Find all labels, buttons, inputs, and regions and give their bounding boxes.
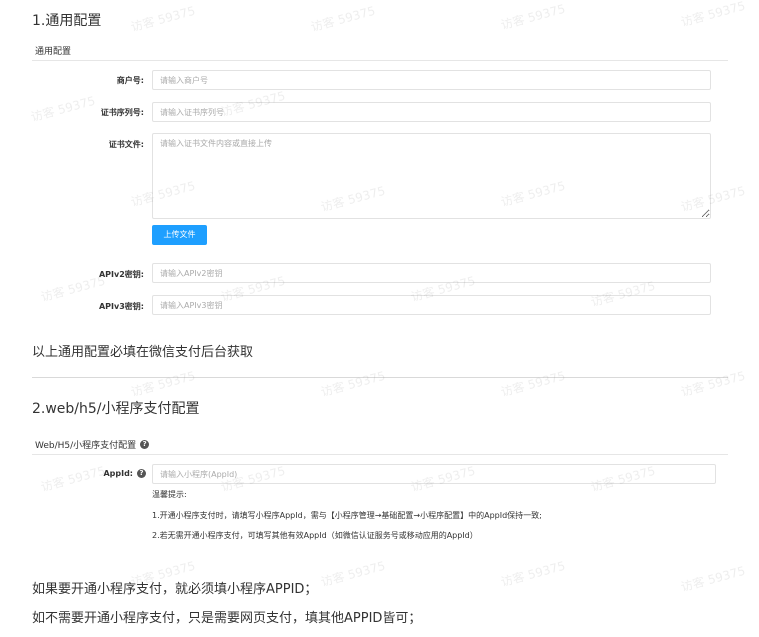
tips-title: 温馨提示: bbox=[152, 490, 187, 499]
apiv2-key-label: APIv2密钥: bbox=[98, 270, 144, 279]
section2-note-1: 如果要开通小程序支付，就必须填小程序APPID； bbox=[32, 582, 318, 597]
watermark: 访客 59375 bbox=[679, 0, 747, 30]
merchant-id-label: 商户号: bbox=[116, 76, 144, 85]
apiv3-key-label: APIv3密钥: bbox=[98, 302, 144, 311]
question-circle-icon[interactable]: ? bbox=[140, 440, 150, 449]
tip-line-2: 2.若无需开通小程序支付，可填写其他有效AppId（如微信认证服务号或移动应用的… bbox=[152, 531, 478, 540]
section2-divider bbox=[32, 454, 728, 455]
watermark: 访客 59375 bbox=[499, 1, 567, 33]
watermark: 访客 59375 bbox=[129, 368, 197, 400]
cert-file-textarea[interactable] bbox=[152, 133, 711, 219]
section1-subheading: 通用配置 bbox=[35, 47, 72, 57]
watermark: 访客 59375 bbox=[39, 463, 107, 495]
section2-title: 2.web/h5/小程序支付配置 bbox=[32, 401, 200, 417]
section2-note-2: 如不需要开通小程序支付，只是需要网页支付，填其他APPID皆可； bbox=[32, 611, 422, 626]
watermark: 访客 59375 bbox=[319, 558, 387, 590]
watermark-layer: 访客 59375 访客 59375 访客 59375 访客 59375 访客 5… bbox=[0, 0, 759, 637]
cert-serial-label: 证书序列号: bbox=[100, 108, 144, 117]
cert-serial-input[interactable] bbox=[152, 102, 711, 122]
appid-label: AppId: ? bbox=[32, 469, 146, 478]
watermark: 访客 59375 bbox=[319, 368, 387, 400]
section1-title: 1.通用配置 bbox=[32, 13, 102, 29]
watermark: 访客 59375 bbox=[499, 558, 567, 590]
upload-file-button[interactable]: 上传文件 bbox=[152, 225, 207, 245]
question-circle-icon[interactable]: ? bbox=[137, 469, 146, 478]
watermark: 访客 59375 bbox=[309, 3, 377, 35]
merchant-id-input[interactable] bbox=[152, 70, 711, 90]
apiv2-key-input[interactable] bbox=[152, 263, 711, 283]
watermark: 访客 59375 bbox=[679, 368, 747, 400]
appid-input[interactable] bbox=[152, 464, 716, 484]
section2-subheading: Web/H5/小程序支付配置 ? bbox=[35, 438, 150, 451]
watermark: 访客 59375 bbox=[129, 3, 197, 35]
watermark: 访客 59375 bbox=[499, 368, 567, 400]
cert-file-label: 证书文件: bbox=[108, 140, 144, 149]
section2-subheading-text: Web/H5/小程序支付配置 bbox=[35, 441, 137, 451]
section-separator bbox=[32, 377, 728, 378]
appid-label-text: AppId: bbox=[103, 469, 133, 478]
tip-line-1: 1.开通小程序支付时，请填写小程序AppId，需与【小程序管理→基础配置→小程序… bbox=[152, 511, 542, 520]
section1-note: 以上通用配置必填在微信支付后台获取 bbox=[32, 345, 254, 360]
section1-divider bbox=[32, 60, 728, 61]
watermark: 访客 59375 bbox=[679, 563, 747, 595]
apiv3-key-input[interactable] bbox=[152, 295, 711, 315]
